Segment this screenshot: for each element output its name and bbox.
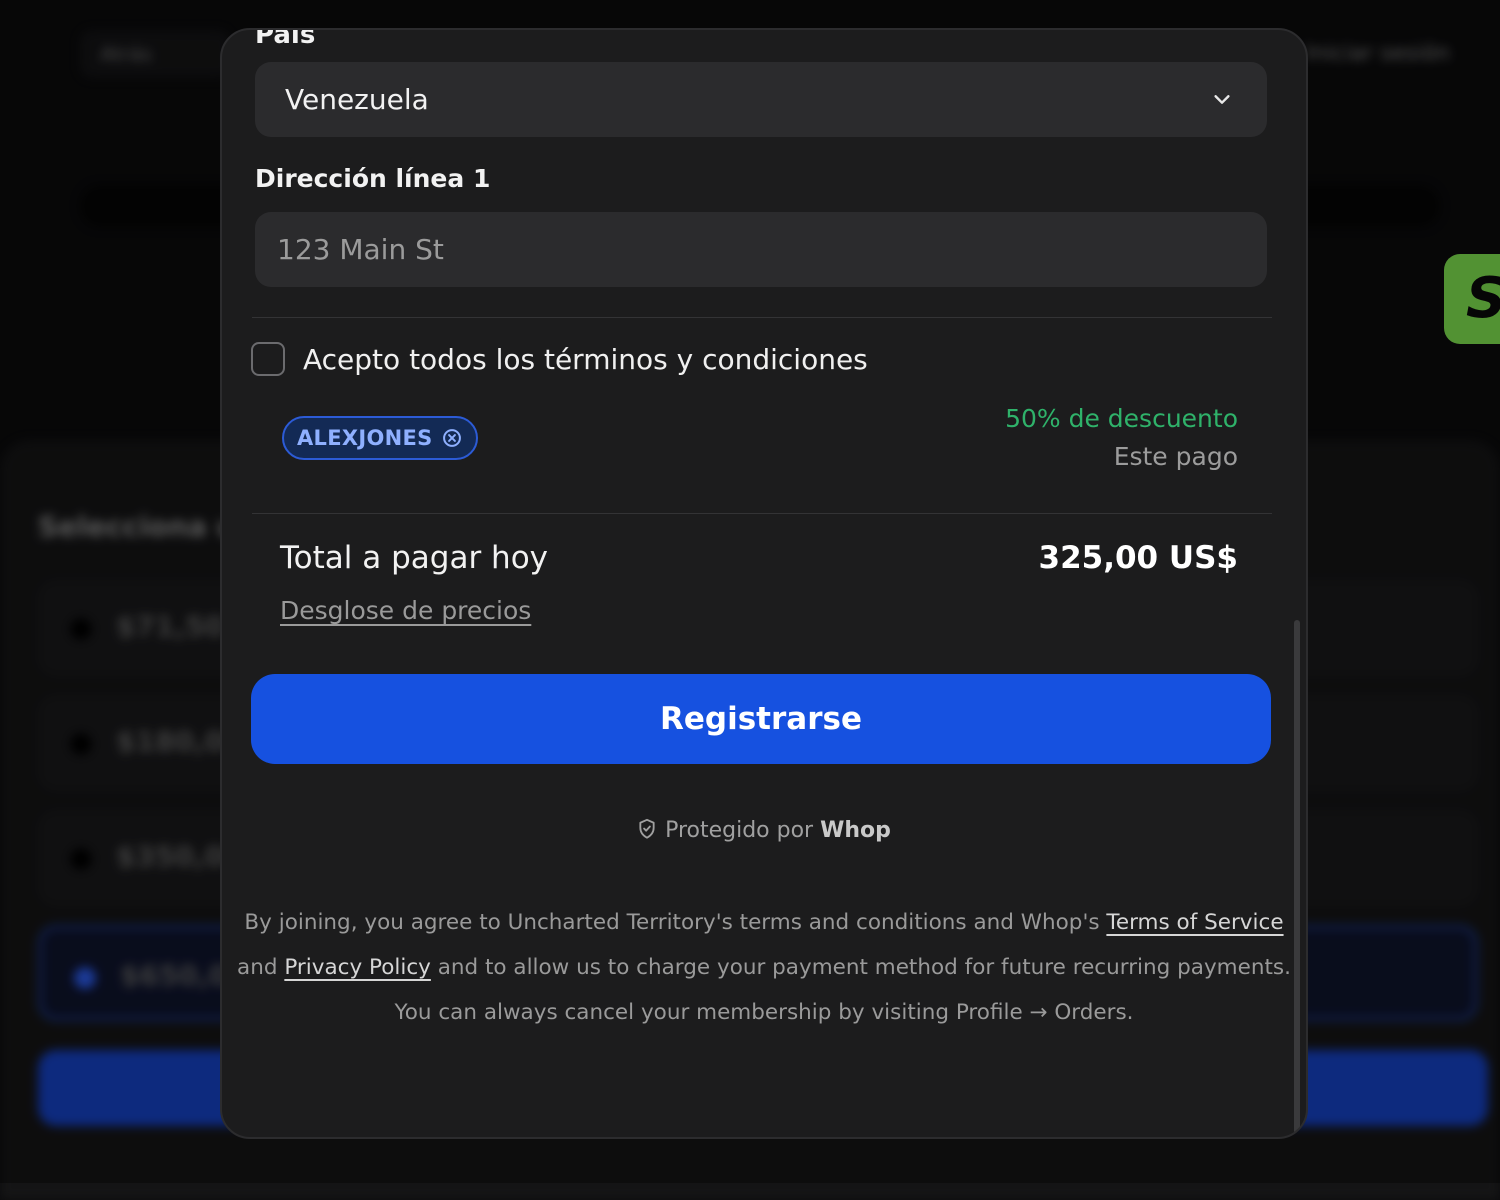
discount-scope: Este pago bbox=[1113, 442, 1238, 471]
price-breakdown-link[interactable]: Desglose de precios bbox=[280, 596, 531, 625]
modal-scrollbar[interactable] bbox=[1294, 620, 1300, 1137]
close-circle-icon[interactable] bbox=[442, 428, 462, 448]
checkout-modal: País Venezuela Dirección línea 1 Acepto … bbox=[220, 28, 1308, 1139]
terms-checkbox[interactable] bbox=[251, 342, 285, 376]
total-value: 325,00 US$ bbox=[1038, 540, 1239, 576]
divider bbox=[252, 317, 1272, 318]
legal-part3: and to allow us to charge your payment m… bbox=[430, 955, 1291, 980]
secured-prefix: Protegido por bbox=[665, 818, 814, 843]
total-label: Total a pagar hoy bbox=[280, 540, 549, 576]
country-select[interactable]: Venezuela bbox=[255, 62, 1267, 137]
legal-part1: By joining, you agree to Uncharted Terri… bbox=[244, 910, 1107, 935]
address-label: Dirección línea 1 bbox=[255, 164, 491, 193]
country-value: Venezuela bbox=[285, 83, 429, 116]
divider bbox=[252, 513, 1272, 514]
privacy-policy-link[interactable]: Privacy Policy bbox=[284, 955, 431, 980]
shield-check-icon bbox=[639, 818, 655, 839]
discount-amount: 50% de descuento bbox=[1005, 404, 1238, 433]
coupon-code: ALEXJONES bbox=[297, 426, 433, 450]
secured-by: Protegido por Whop bbox=[222, 818, 1306, 843]
chevron-down-icon bbox=[1214, 95, 1230, 104]
coupon-chip: ALEXJONES bbox=[282, 416, 478, 460]
legal-text: By joining, you agree to Uncharted Terri… bbox=[222, 900, 1306, 1035]
legal-part4: You can always cancel your membership by… bbox=[394, 1000, 1134, 1025]
legal-part2: and bbox=[237, 955, 285, 980]
register-button[interactable]: Registrarse bbox=[251, 674, 1271, 764]
terms-of-service-link[interactable]: Terms of Service bbox=[1106, 910, 1283, 935]
country-label: País bbox=[255, 28, 316, 50]
secured-brand: Whop bbox=[820, 818, 891, 843]
terms-checkbox-label[interactable]: Acepto todos los términos y condiciones bbox=[303, 343, 868, 376]
terms-row: Acepto todos los términos y condiciones bbox=[251, 339, 868, 379]
address-line1-input[interactable] bbox=[255, 212, 1267, 287]
